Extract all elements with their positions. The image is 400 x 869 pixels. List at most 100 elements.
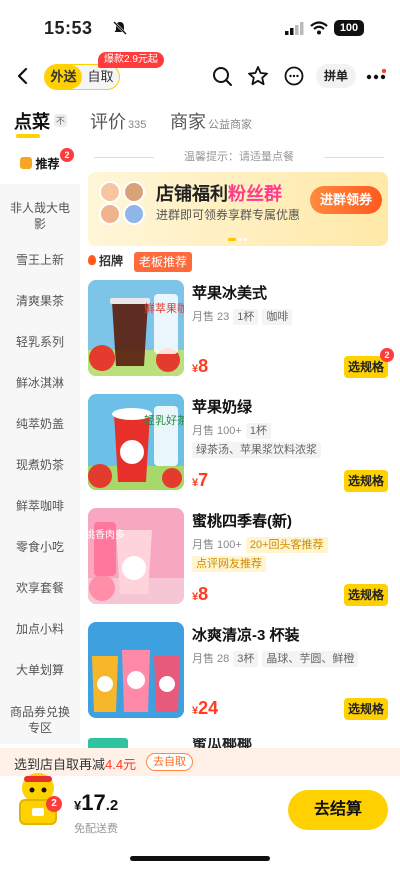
banner-title: 店铺福利粉丝群: [156, 180, 282, 206]
tip-text: 温馨提示：请适量点餐: [184, 151, 294, 163]
spec-count-badge: 2: [380, 348, 394, 362]
go-pickup-button[interactable]: 去自取: [146, 753, 193, 771]
bell-off-icon: [113, 21, 127, 35]
product-price: ¥8: [192, 584, 209, 604]
signal-icon: [285, 22, 304, 35]
banner-title-main: 店铺福利: [156, 184, 228, 204]
product-meta: 月售 100+ 20+回头客推荐: [192, 536, 332, 553]
product-item[interactable]: 桃香肉多 蜜桃四季春(新) 月售 100+ 20+回头客推荐 点评网友推荐 ¥8 …: [88, 508, 392, 612]
product-item[interactable]: 轻乳好茶 苹果奶绿 月售 100+ 1杯 绿茶汤、苹果浆饮料浓浆 ¥7 选规格: [88, 394, 392, 498]
tab-reviews[interactable]: 评价 335: [90, 108, 146, 134]
product-price-value: 24: [198, 698, 219, 718]
sidebar-item-label: 推荐: [35, 157, 60, 171]
avatars-icon: [99, 181, 145, 225]
sidebar-item-milk-cap[interactable]: 纯萃奶盖: [0, 416, 80, 432]
category-sidebar: 推荐 2 非人哉大电影 雪王上新 清爽果茶 轻乳系列 鲜冰淇淋 纯萃奶盖 现煮奶…: [0, 144, 80, 744]
tip-divider-left: [94, 157, 154, 158]
tag-boss-pick[interactable]: 老板推荐: [134, 252, 193, 272]
product-price: ¥8: [192, 356, 209, 376]
cart-total-dec: .2: [105, 797, 119, 814]
product-item[interactable]: 冰爽清凉-3 杯装 月售 28 3杯 晶球、芋圆、鲜橙 ¥24 选规格: [88, 622, 392, 726]
group-order-button[interactable]: 拼单: [316, 64, 356, 88]
product-highlight-tag: 20+回头客推荐: [245, 537, 328, 553]
sidebar-badge: 2: [60, 148, 74, 162]
more-icon[interactable]: [366, 68, 386, 84]
fan-group-banner[interactable]: 店铺福利粉丝群 进群即可领券享群专属优惠 进群领券: [88, 172, 388, 246]
pickup-discount-amount: 4.4元: [105, 757, 137, 772]
sidebar-item-toppings[interactable]: 加点小料: [0, 621, 80, 637]
product-chip: 1杯: [245, 423, 271, 439]
banner-pager: [228, 238, 247, 241]
cart-total: ¥17.2: [74, 790, 118, 816]
sidebar-item-coupons[interactable]: 商品券兑换专区: [0, 704, 80, 736]
apple-americano-image: 鲜萃果咖: [88, 280, 184, 376]
message-icon[interactable]: [282, 64, 306, 88]
back-arrow-icon[interactable]: [14, 66, 32, 86]
banner-title-highlight: 粉丝群: [228, 184, 282, 204]
product-tags: 点评网友推荐: [192, 556, 270, 572]
product-ingredient-chip: 绿茶汤、苹果浆饮料浓浆: [192, 442, 321, 458]
select-spec-label: 选规格: [347, 360, 384, 374]
select-spec-button[interactable]: 选规格 2: [344, 348, 394, 378]
sidebar-item-coffee[interactable]: 鲜萃咖啡: [0, 498, 80, 514]
product-chip: 3杯: [233, 651, 259, 667]
tag-signature[interactable]: 招牌: [88, 252, 123, 269]
product-image[interactable]: 桃香肉多: [88, 508, 184, 604]
sidebar-item-fruit-tea[interactable]: 清爽果茶: [0, 293, 80, 309]
checkout-button[interactable]: 去结算: [288, 790, 388, 830]
product-name: 苹果冰美式: [192, 285, 268, 302]
banner-subtitle: 进群即可领券享群专属优惠: [156, 208, 301, 222]
sidebar-item-light-milk[interactable]: 轻乳系列: [0, 334, 80, 350]
select-spec-button[interactable]: 选规格: [344, 584, 388, 606]
tab-underline: [16, 134, 40, 138]
mode-pickup[interactable]: 自取: [82, 65, 119, 89]
product-chip: 晶球、芋圆、鲜橙: [262, 651, 359, 667]
product-name: 蜜瓜椰椰: [192, 738, 253, 748]
product-tags: 绿茶汤、苹果浆饮料浓浆: [192, 442, 321, 458]
tab-merchant[interactable]: 商家 公益商家: [170, 108, 252, 134]
product-image-text: 轻乳好茶: [144, 413, 184, 427]
top-nav: 外送 自取 爆款2.9元起 拼单: [0, 52, 400, 96]
tab-merchant-sub: 公益商家: [208, 119, 252, 131]
tab-order[interactable]: 点菜不: [14, 108, 68, 134]
cart-count-badge: 2: [46, 796, 62, 812]
product-image[interactable]: 轻乳好茶: [88, 394, 184, 490]
cart-bar: 2 ¥17.2 免配送费 去结算: [0, 773, 400, 869]
sidebar-item-movie[interactable]: 非人哉大电影: [0, 200, 80, 232]
product-sales: 月售 100+: [192, 539, 242, 551]
product-meta: 月售 28 3杯 晶球、芋圆、鲜橙: [192, 650, 359, 667]
peach-tea-image: 桃香肉多: [88, 508, 184, 604]
product-item[interactable]: 鲜萃果咖 苹果冰美式 月售 23 1杯 咖啡 ¥8 选规格 2: [88, 280, 394, 384]
tip-row: 温馨提示：请适量点餐: [86, 148, 392, 166]
sidebar-item-snacks[interactable]: 零食小吃: [0, 539, 80, 555]
join-group-button[interactable]: 进群领券: [310, 186, 382, 214]
sidebar-item-bulk[interactable]: 大单划算: [0, 662, 80, 678]
sidebar-item-recommend[interactable]: 推荐 2: [0, 144, 80, 184]
star-icon[interactable]: [246, 64, 270, 88]
select-spec-button[interactable]: 选规格: [344, 470, 388, 492]
product-item-partial[interactable]: 蜜瓜椰椰: [88, 738, 388, 748]
product-image[interactable]: [88, 622, 184, 718]
product-chip: 咖啡: [262, 309, 293, 325]
product-meta: 月售 100+ 1杯: [192, 422, 271, 439]
promo-bubble: 爆款2.9元起: [98, 52, 164, 68]
sidebar-item-ice-cream[interactable]: 鲜冰淇淋: [0, 375, 80, 391]
tab-order-badge: 不: [54, 114, 68, 127]
product-price-value: 8: [198, 356, 209, 376]
sidebar-item-new[interactable]: 雪王上新: [0, 252, 80, 268]
new-tag: [88, 738, 128, 748]
search-icon[interactable]: [210, 64, 234, 88]
mode-delivery[interactable]: 外送: [45, 65, 82, 89]
product-image[interactable]: 鲜萃果咖: [88, 280, 184, 376]
product-price-value: 8: [198, 584, 209, 604]
sidebar-item-combos[interactable]: 欢享套餐: [0, 580, 80, 596]
home-indicator: [130, 856, 270, 861]
product-name: 冰爽清凉-3 杯装: [192, 627, 300, 644]
product-highlight-tag: 点评网友推荐: [192, 556, 266, 572]
product-price: ¥24: [192, 698, 219, 718]
battery-indicator: 100: [334, 20, 364, 36]
select-spec-button[interactable]: 选规格: [344, 698, 388, 720]
product-sales: 月售 28: [192, 653, 230, 665]
status-time: 15:53: [44, 18, 93, 38]
sidebar-item-milk-tea[interactable]: 现煮奶茶: [0, 457, 80, 473]
